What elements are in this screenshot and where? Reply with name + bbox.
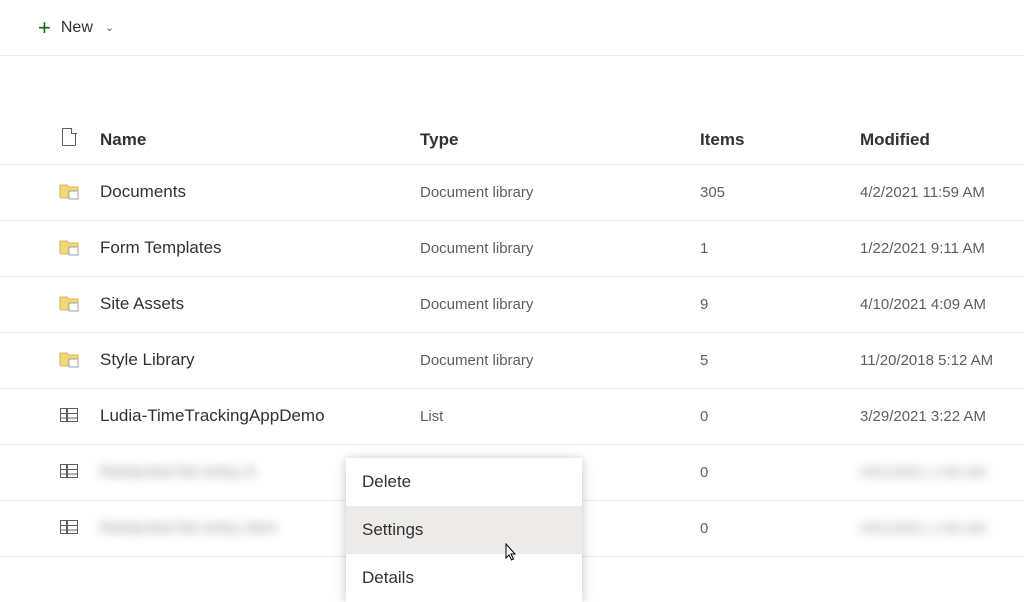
- table-row[interactable]: Site AssetsDocument library94/10/2021 4:…: [0, 276, 1024, 332]
- row-items: 9: [700, 276, 860, 332]
- row-items: 305: [700, 164, 860, 220]
- chevron-down-icon: ⌄: [105, 21, 114, 34]
- row-items: 0: [700, 444, 860, 500]
- row-name[interactable]: Style Library: [100, 332, 420, 388]
- header-type[interactable]: Type: [420, 116, 700, 164]
- doclib-icon: [0, 164, 100, 220]
- header-name[interactable]: Name: [100, 116, 420, 164]
- row-modified: 4/01/2021 1:00 AM: [860, 444, 1024, 500]
- row-items: 0: [700, 500, 860, 556]
- doclib-icon: [0, 276, 100, 332]
- context-menu: DeleteSettingsDetails: [346, 458, 582, 602]
- table-row[interactable]: Ludia-TimeTrackingAppDemoList03/29/2021 …: [0, 388, 1024, 444]
- new-button-label: New: [61, 19, 93, 37]
- row-type: Document library: [420, 276, 700, 332]
- row-type: Document library: [420, 332, 700, 388]
- context-menu-item-delete[interactable]: Delete: [346, 458, 582, 506]
- row-modified: 3/29/2021 3:22 AM: [860, 388, 1024, 444]
- new-button[interactable]: + New ⌄: [38, 17, 114, 39]
- list-icon: [0, 388, 100, 444]
- row-modified: 4/01/2021 1:00 AM: [860, 500, 1024, 556]
- table-header-row: Name Type Items Modified: [0, 116, 1024, 164]
- row-modified: 1/22/2021 9:11 AM: [860, 220, 1024, 276]
- header-icon: [0, 116, 100, 164]
- table-row[interactable]: Style LibraryDocument library511/20/2018…: [0, 332, 1024, 388]
- list-icon: [0, 444, 100, 500]
- row-name[interactable]: Site Assets: [100, 276, 420, 332]
- list-icon: [0, 500, 100, 556]
- row-modified: 4/2/2021 11:59 AM: [860, 164, 1024, 220]
- context-menu-item-details[interactable]: Details: [346, 554, 582, 602]
- row-name[interactable]: Ludia-TimeTrackingAppDemo: [100, 388, 420, 444]
- row-type: Document library: [420, 220, 700, 276]
- header-modified[interactable]: Modified: [860, 116, 1024, 164]
- row-name[interactable]: Documents: [100, 164, 420, 220]
- row-name[interactable]: Form Templates: [100, 220, 420, 276]
- table-row[interactable]: DocumentsDocument library3054/2/2021 11:…: [0, 164, 1024, 220]
- table-row[interactable]: Form TemplatesDocument library11/22/2021…: [0, 220, 1024, 276]
- context-menu-item-settings[interactable]: Settings: [346, 506, 582, 554]
- header-items[interactable]: Items: [700, 116, 860, 164]
- row-modified: 11/20/2018 5:12 AM: [860, 332, 1024, 388]
- doclib-icon: [0, 220, 100, 276]
- row-type: List: [420, 388, 700, 444]
- row-modified: 4/10/2021 4:09 AM: [860, 276, 1024, 332]
- row-items: 1: [700, 220, 860, 276]
- toolbar: + New ⌄: [0, 0, 1024, 56]
- plus-icon: +: [38, 17, 51, 39]
- doclib-icon: [0, 332, 100, 388]
- row-items: 0: [700, 388, 860, 444]
- file-icon: [62, 128, 76, 146]
- row-type: Document library: [420, 164, 700, 220]
- row-items: 5: [700, 332, 860, 388]
